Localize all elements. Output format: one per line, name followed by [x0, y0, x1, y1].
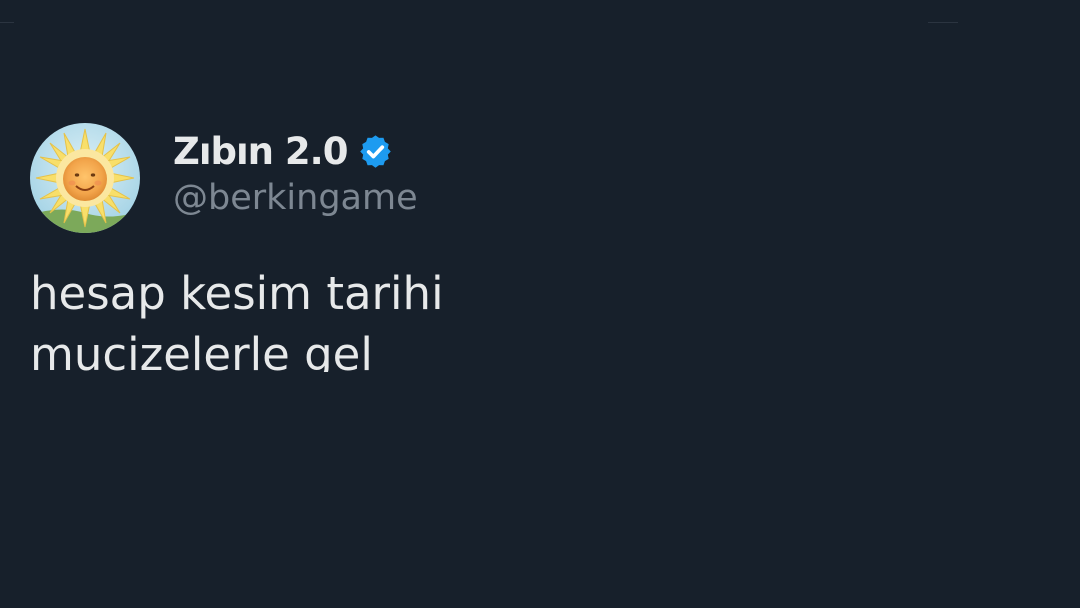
- top-right-divider: [928, 22, 958, 23]
- sun-baby-avatar-icon: [30, 123, 140, 233]
- tweet-text: hesap kesim tarihi mucizelerle gel: [30, 263, 930, 372]
- author-handle[interactable]: @berkingame: [173, 178, 873, 218]
- top-left-divider: [0, 22, 14, 23]
- verified-badge-icon[interactable]: [357, 133, 394, 170]
- author-display-name[interactable]: Zıbın 2.0: [173, 130, 348, 173]
- tweet-screenshot: Zıbın 2.0 @berkingame hesap kesim tarihi…: [0, 0, 1080, 608]
- avatar[interactable]: [30, 123, 140, 233]
- tweet-card: Zıbın 2.0 @berkingame hesap kesim tarihi…: [30, 123, 1030, 393]
- tweet-author: Zıbın 2.0 @berkingame: [173, 125, 873, 219]
- tweet-text-line-1: hesap kesim tarihi: [30, 267, 444, 320]
- tweet-text-line-2: mucizelerle gel: [30, 328, 373, 372]
- author-name-row: Zıbın 2.0: [173, 125, 873, 177]
